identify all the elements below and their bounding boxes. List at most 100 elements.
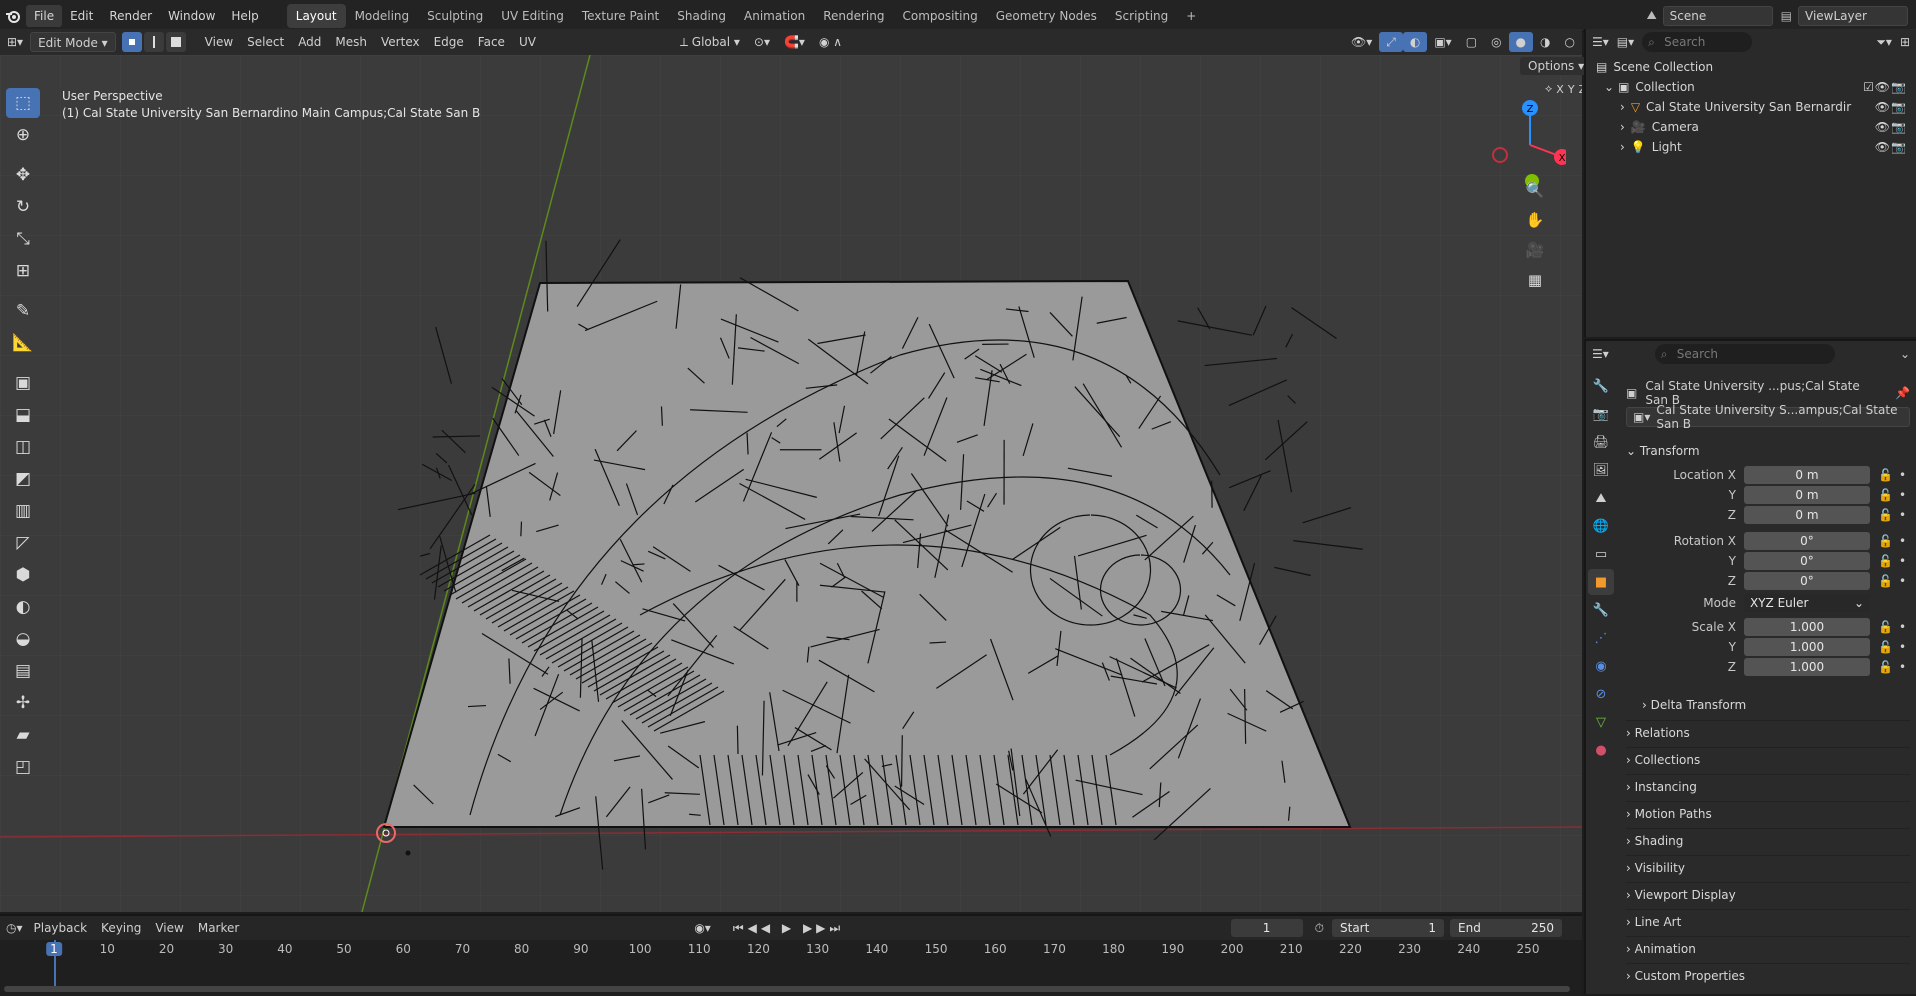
smooth-tool-icon[interactable]: ◒: [6, 624, 40, 654]
eye-icon[interactable]: 👁: [1875, 97, 1890, 117]
material-shading-button[interactable]: ◑: [1533, 32, 1557, 52]
lock-icon[interactable]: 🔓: [1878, 508, 1893, 522]
bevel-tool-icon[interactable]: ◩: [6, 464, 40, 494]
tab-layout[interactable]: Layout: [287, 4, 346, 28]
menu-edit[interactable]: Edit: [62, 5, 101, 27]
physics-tab-icon[interactable]: ◉: [1588, 653, 1614, 679]
lock-icon[interactable]: 🔓: [1878, 640, 1893, 654]
timeline-menu-marker[interactable]: Marker: [191, 918, 246, 938]
camera-render-icon[interactable]: 📷: [1891, 137, 1906, 157]
start-frame-field[interactable]: Start1: [1332, 919, 1444, 937]
properties-search-input[interactable]: ⌕Search: [1655, 344, 1835, 364]
camera-render-icon[interactable]: 📷: [1891, 77, 1906, 97]
tab-modeling[interactable]: Modeling: [346, 4, 419, 28]
panel-visibility[interactable]: › Visibility: [1626, 855, 1910, 879]
new-collection-icon[interactable]: ⊞: [1900, 35, 1910, 49]
location-z-field[interactable]: 0 m: [1744, 506, 1870, 524]
mode-dropdown[interactable]: Edit Mode ▾: [30, 32, 116, 52]
menu-help[interactable]: Help: [223, 5, 266, 27]
keyframe-dot-icon[interactable]: •: [1899, 508, 1906, 522]
knife-tool-icon[interactable]: ◸: [6, 528, 40, 558]
eye-icon[interactable]: 👁: [1875, 77, 1890, 97]
annotate-tool-icon[interactable]: ✎: [6, 296, 40, 326]
render-tab-icon[interactable]: 📷: [1588, 401, 1614, 427]
end-frame-field[interactable]: End250: [1450, 919, 1562, 937]
face-select-button[interactable]: [166, 32, 186, 52]
outliner-editor-type-icon[interactable]: ☰▾: [1592, 35, 1609, 49]
lock-icon[interactable]: 🔓: [1878, 468, 1893, 482]
inset-tool-icon[interactable]: ◫: [6, 432, 40, 462]
transform-orientation-dropdown[interactable]: ⟂ Global ▾: [673, 32, 747, 52]
viewport-menu-face[interactable]: Face: [471, 32, 512, 52]
scale-z-field[interactable]: 1.000: [1744, 658, 1870, 676]
pan-hand-icon[interactable]: ✋: [1520, 205, 1550, 235]
timeline-editor-type-icon[interactable]: ◷▾: [6, 921, 23, 935]
lock-icon[interactable]: 🔓: [1878, 574, 1893, 588]
eye-icon[interactable]: 👁: [1875, 117, 1890, 137]
tab-texture-paint[interactable]: Texture Paint: [573, 4, 668, 28]
measure-tool-icon[interactable]: 📐: [6, 328, 40, 358]
tab-compositing[interactable]: Compositing: [893, 4, 986, 28]
keyframe-dot-icon[interactable]: •: [1899, 620, 1906, 634]
panel-shading[interactable]: › Shading: [1626, 828, 1910, 852]
stopwatch-icon[interactable]: ⏱: [1315, 921, 1324, 936]
visibility-dropdown[interactable]: 👁▾: [1344, 32, 1379, 52]
blender-logo-icon[interactable]: [0, 8, 26, 24]
location-y-field[interactable]: 0 m: [1744, 486, 1870, 504]
spin-tool-icon[interactable]: ◐: [6, 592, 40, 622]
lock-icon[interactable]: 🔓: [1878, 534, 1893, 548]
keyframe-dot-icon[interactable]: •: [1899, 640, 1906, 654]
viewport-menu-vertex[interactable]: Vertex: [374, 32, 427, 52]
panel-animation[interactable]: › Animation: [1626, 936, 1910, 960]
cursor-tool-icon[interactable]: ⊕: [6, 120, 40, 150]
keyframe-dot-icon[interactable]: •: [1899, 468, 1906, 482]
camera-render-icon[interactable]: 📷: [1891, 117, 1906, 137]
tab-sculpting[interactable]: Sculpting: [418, 4, 492, 28]
collection-tab-icon[interactable]: ▭: [1588, 541, 1614, 567]
pivot-point-dropdown[interactable]: ⊙▾: [747, 32, 777, 52]
options-dropdown[interactable]: Options ▾: [1520, 57, 1592, 75]
viewport-menu-add[interactable]: Add: [291, 32, 328, 52]
timeline-track[interactable]: 1102030405060708090100110120130140150160…: [0, 940, 1582, 996]
timeline-menu-view[interactable]: View: [148, 918, 190, 938]
viewport-menu-uv[interactable]: UV: [512, 32, 543, 52]
data-tab-icon[interactable]: ▽: [1588, 709, 1614, 735]
panel-line-art[interactable]: › Line Art: [1626, 909, 1910, 933]
chevron-right-icon[interactable]: ›: [1620, 97, 1625, 117]
mirror-y-toggle[interactable]: Y: [1568, 83, 1575, 96]
tab-geometry-nodes[interactable]: Geometry Nodes: [987, 4, 1106, 28]
transform-panel-header[interactable]: ⌄ Transform: [1626, 439, 1910, 463]
scale-y-field[interactable]: 1.000: [1744, 638, 1870, 656]
chevron-down-icon[interactable]: ⌄: [1604, 77, 1614, 97]
scene-selector[interactable]: ⛰ Scene: [1647, 6, 1773, 26]
playback-controls[interactable]: ⏮◀◀ ▶ ▶▶⏭: [733, 921, 844, 936]
chevron-right-icon[interactable]: ›: [1620, 117, 1625, 137]
timeline-scrollbar[interactable]: [4, 986, 1570, 992]
ortho-grid-icon[interactable]: ▦: [1520, 265, 1550, 295]
tab-shading[interactable]: Shading: [668, 4, 735, 28]
outliner-item[interactable]: ›💡Light👁📷: [1594, 137, 1908, 157]
keyframe-dot-icon[interactable]: •: [1899, 554, 1906, 568]
panel-viewport-display[interactable]: › Viewport Display: [1626, 882, 1910, 906]
output-tab-icon[interactable]: 🖨: [1588, 429, 1614, 455]
constraints-tab-icon[interactable]: ⊘: [1588, 681, 1614, 707]
neg-x-axis-handle[interactable]: [1493, 148, 1507, 162]
outliner-item[interactable]: ›🎥Camera👁📷: [1594, 117, 1908, 137]
rotation-z-field[interactable]: 0°: [1744, 572, 1870, 590]
checkbox-icon[interactable]: ☑: [1863, 77, 1874, 97]
scene-tab-icon[interactable]: ⛰: [1588, 485, 1614, 511]
delta-transform-header[interactable]: › Delta Transform: [1642, 693, 1916, 717]
lock-icon[interactable]: 🔓: [1878, 620, 1893, 634]
world-tab-icon[interactable]: 🌐: [1588, 513, 1614, 539]
extrude-tool-icon[interactable]: ⬓: [6, 400, 40, 430]
lock-icon[interactable]: 🔓: [1878, 488, 1893, 502]
viewport-menu-view[interactable]: View: [198, 32, 240, 52]
tab-animation[interactable]: Animation: [735, 4, 814, 28]
pin-icon[interactable]: 📌: [1895, 386, 1910, 400]
panel-collections[interactable]: › Collections: [1626, 747, 1910, 771]
camera-render-icon[interactable]: 📷: [1891, 97, 1906, 117]
viewport-menu-select[interactable]: Select: [240, 32, 291, 52]
proportional-editing-toggle[interactable]: ◉ ∧: [812, 32, 849, 52]
particles-tab-icon[interactable]: ⋰: [1588, 625, 1614, 651]
viewlayer-selector[interactable]: ▤ ViewLayer: [1781, 6, 1908, 26]
